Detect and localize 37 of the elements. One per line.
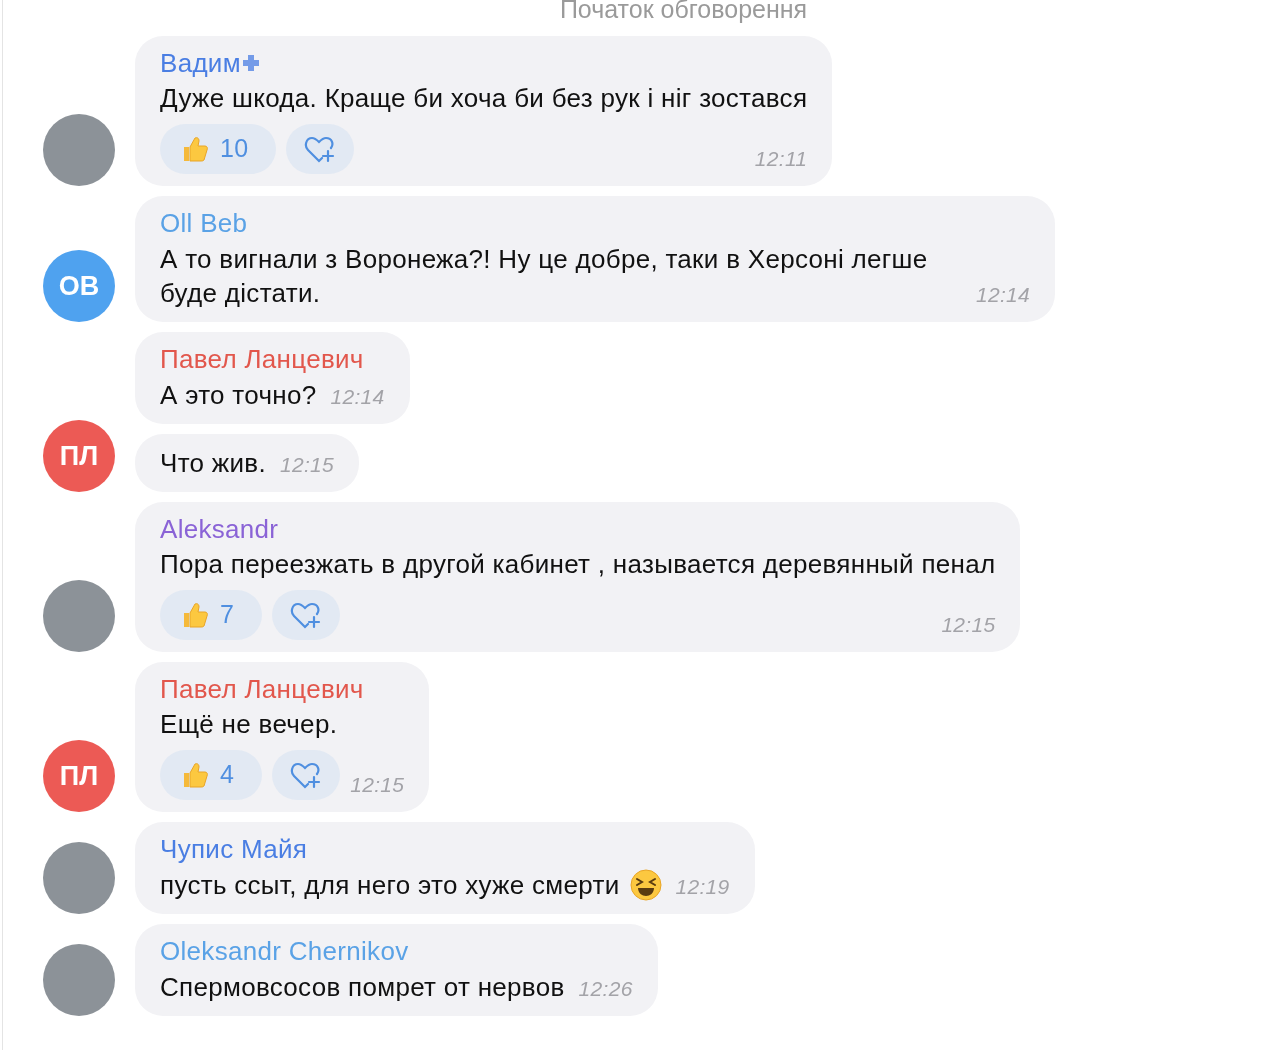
- message-time: 12:14: [330, 385, 385, 408]
- avatar: OB: [43, 250, 115, 322]
- message-time: 12:26: [578, 977, 633, 1000]
- sender-name[interactable]: Вадим: [160, 48, 241, 78]
- sender-name[interactable]: Чупис Майя: [160, 834, 308, 864]
- message-text: Дуже шкода. Краще би хоча би без рук і ніг зостався: [160, 82, 808, 114]
- heart-plus-icon: [290, 760, 323, 790]
- heart-plus-icon: [290, 600, 323, 630]
- message-time: 12:15: [280, 453, 335, 476]
- avatar: ПЛ: [43, 420, 115, 492]
- add-reaction-button[interactable]: [272, 590, 341, 640]
- sender-name[interactable]: Oleksandr Chernikov: [160, 936, 409, 966]
- message-text: Что жив.: [160, 447, 266, 480]
- message-time: 12:19: [675, 875, 730, 898]
- sender-name[interactable]: Павел Ланцевич: [160, 344, 364, 374]
- message-text: Пора переезжать в другой кабинет , называется деревянный пенал: [160, 548, 996, 580]
- heart-plus-icon: [304, 134, 337, 164]
- message-text: пусть ссыт, для него это хуже смерти: [160, 869, 620, 902]
- message-text: Ещё не вечер.: [160, 708, 339, 740]
- message-time: 12:11: [754, 145, 808, 172]
- message-text: А то вигнали з Воронежа?! Ну це добре, таки в Херсоні легше буде дістати.: [160, 243, 929, 310]
- laughing-face-icon: [629, 869, 662, 901]
- sender-name[interactable]: Aleksandr: [160, 514, 279, 544]
- reaction-button[interactable]: 10: [160, 124, 277, 174]
- add-reaction-button[interactable]: [272, 750, 341, 800]
- add-reaction-button[interactable]: [286, 124, 355, 174]
- avatar: ПЛ: [43, 740, 115, 812]
- discussion-start-label: Початок обговорення: [559, 0, 808, 25]
- reaction-button[interactable]: 7: [160, 590, 263, 640]
- reaction-button[interactable]: 4: [160, 750, 263, 800]
- message-time: 12:15: [350, 771, 405, 798]
- message-time: 12:15: [941, 611, 996, 638]
- sender-name[interactable]: Oll Beb: [160, 208, 248, 238]
- message-text: А это точно?: [160, 379, 317, 412]
- message-text: Спермовсосов помрет от нервов: [160, 971, 565, 1004]
- message-time: 12:14: [975, 283, 1030, 306]
- sender-name[interactable]: Павел Ланцевич: [160, 674, 364, 704]
